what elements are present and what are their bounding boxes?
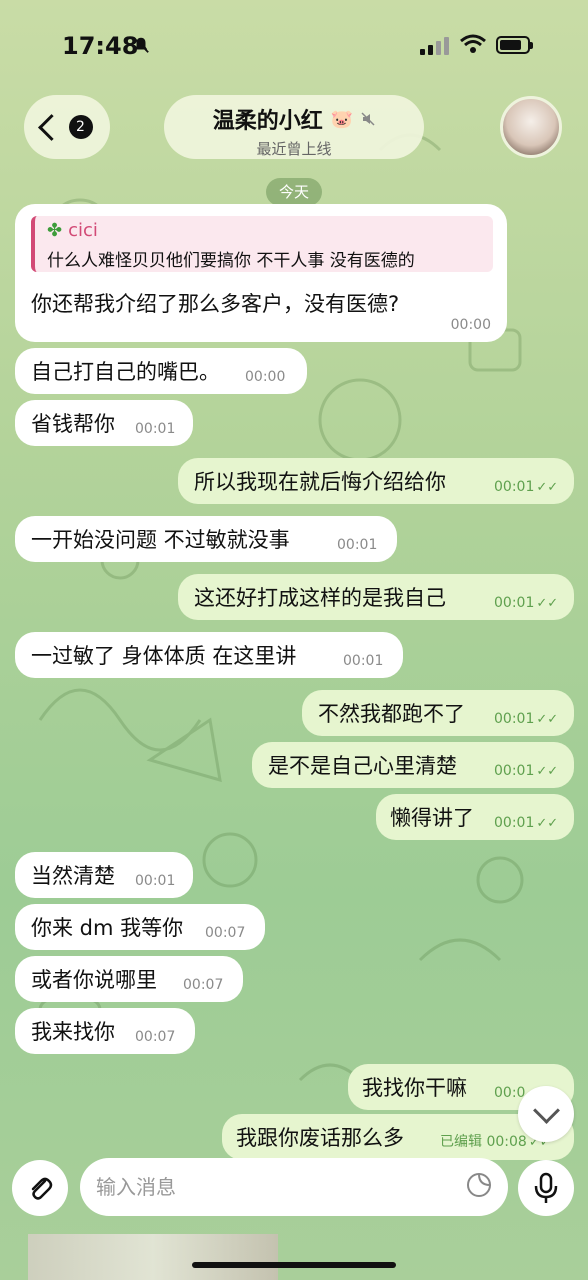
message-text: 一过敏了 身体体质 在这里讲 — [31, 644, 297, 668]
quote-text: 什么人难怪贝贝他们要搞你 不干人事 没有医德的 — [47, 251, 415, 271]
message-bubble-incoming[interactable]: 我来找你 00:07 — [15, 1008, 195, 1054]
message-time: 00:00 — [245, 369, 286, 385]
back-button[interactable]: 2 — [24, 95, 110, 159]
message-bubble-incoming[interactable]: 自己打自己的嘴巴。 00:00 — [15, 348, 307, 394]
chat-status: 最近曾上线 — [256, 140, 332, 158]
message-text: 一开始没问题 不过敏就没事 — [31, 528, 290, 552]
bell-slash-icon — [133, 37, 149, 53]
message-text: 不然我都跑不了 — [318, 702, 465, 726]
unread-count-badge: 2 — [68, 115, 93, 139]
chat-name: 温柔的小红 — [212, 109, 323, 134]
microphone-icon — [534, 1172, 558, 1203]
message-text: 我来找你 — [31, 1020, 115, 1044]
chat-header: 2 温柔的小红 🐷 最近曾上线 — [0, 92, 588, 162]
mute-icon — [361, 112, 375, 126]
message-time: 00:01 — [135, 873, 176, 889]
message-text: 或者你说哪里 — [31, 968, 157, 992]
message-time: 00:08 — [486, 1134, 527, 1150]
message-bubble-outgoing[interactable]: 所以我现在就后悔介绍给你 00:01 ✓✓ — [178, 458, 574, 504]
message-time: 00:01 — [494, 763, 535, 779]
edited-label: 已编辑 — [440, 1134, 482, 1150]
sticker-icon — [467, 1173, 491, 1197]
home-indicator — [192, 1262, 396, 1268]
message-bubble-outgoing[interactable]: 这还好打成这样的是我自己 00:01 ✓✓ — [178, 574, 574, 620]
double-check-icon: ✓✓ — [536, 764, 559, 779]
quoted-message[interactable]: ✤ cici 什么人难怪贝贝他们要搞你 不干人事 没有医德的 — [31, 216, 493, 272]
message-time: 00:01 — [494, 479, 535, 495]
message-time: 00:01 — [494, 711, 535, 727]
chat-title[interactable]: 温柔的小红 🐷 最近曾上线 — [164, 95, 424, 159]
message-time: 00:01 — [135, 421, 176, 437]
message-time: 00:01 — [494, 815, 535, 831]
message-bubble-incoming[interactable]: 当然清楚 00:01 — [15, 852, 193, 898]
message-time: 00:01 — [343, 653, 384, 669]
message-text: 你还帮我介绍了那么多客户，没有医德? — [31, 292, 400, 316]
message-text: 是不是自己心里清楚 — [268, 754, 457, 778]
clover-icon: ✤ — [47, 220, 63, 241]
message-text: 你来 dm 我等你 — [31, 916, 184, 940]
message-bubble-outgoing[interactable]: 懒得讲了 00:01 ✓✓ — [376, 794, 574, 840]
message-text: 懒得讲了 — [390, 806, 474, 830]
message-time: 00:07 — [205, 925, 246, 941]
double-check-icon: ✓✓ — [536, 712, 559, 727]
message-bubble-reply[interactable]: ✤ cici 什么人难怪贝贝他们要搞你 不干人事 没有医德的 你还帮我介绍了那么多… — [15, 204, 507, 342]
message-bubble-outgoing[interactable]: 不然我都跑不了 00:01 ✓✓ — [302, 690, 574, 736]
message-input[interactable] — [80, 1158, 508, 1216]
chevron-left-icon — [37, 113, 65, 141]
status-time: 17:48 — [62, 32, 139, 60]
cellular-signal-icon — [420, 37, 449, 55]
status-bar: 17:48 — [0, 0, 588, 90]
message-composer — [0, 1156, 588, 1220]
message-bubble-incoming[interactable]: 或者你说哪里 00:07 — [15, 956, 243, 1002]
message-bubble-incoming[interactable]: 一过敏了 身体体质 在这里讲 00:01 — [15, 632, 403, 678]
double-check-icon: ✓✓ — [536, 816, 559, 831]
double-check-icon: ✓✓ — [536, 480, 559, 495]
chevron-down-icon — [532, 1096, 560, 1124]
message-time: 00:07 — [183, 977, 224, 993]
avatar[interactable] — [500, 96, 562, 158]
background-image-peek — [28, 1234, 278, 1280]
message-bubble-incoming[interactable]: 一开始没问题 不过敏就没事 00:01 — [15, 516, 397, 562]
microphone-button[interactable] — [518, 1160, 574, 1216]
scroll-down-button[interactable] — [518, 1086, 574, 1142]
message-time: 00:01 — [337, 537, 378, 553]
message-text: 当然清楚 — [31, 864, 115, 888]
message-text: 自己打自己的嘴巴。 — [31, 360, 220, 384]
wifi-icon — [460, 34, 486, 53]
message-text: 我找你干嘛 — [362, 1076, 467, 1100]
message-text: 所以我现在就后悔介绍给你 — [194, 470, 446, 494]
message-time: 00:0 — [494, 1085, 526, 1101]
message-bubble-outgoing[interactable]: 是不是自己心里清楚 00:01 ✓✓ — [252, 742, 574, 788]
message-time: 00:00 — [450, 317, 491, 333]
message-text: 我跟你废话那么多 — [236, 1126, 404, 1150]
attach-button[interactable] — [12, 1160, 68, 1216]
message-text: 省钱帮你 — [31, 412, 115, 436]
message-text: 这还好打成这样的是我自己 — [194, 586, 446, 610]
message-time: 00:07 — [135, 1029, 176, 1045]
battery-icon — [496, 36, 533, 54]
date-divider: 今天 — [266, 178, 322, 206]
message-bubble-incoming[interactable]: 你来 dm 我等你 00:07 — [15, 904, 265, 950]
double-check-icon: ✓✓ — [536, 596, 559, 611]
pig-emoji-icon: 🐷 — [330, 108, 354, 130]
message-time: 00:01 — [494, 595, 535, 611]
paperclip-icon — [31, 1177, 53, 1200]
quote-author: cici — [68, 220, 98, 241]
message-bubble-incoming[interactable]: 省钱帮你 00:01 — [15, 400, 193, 446]
